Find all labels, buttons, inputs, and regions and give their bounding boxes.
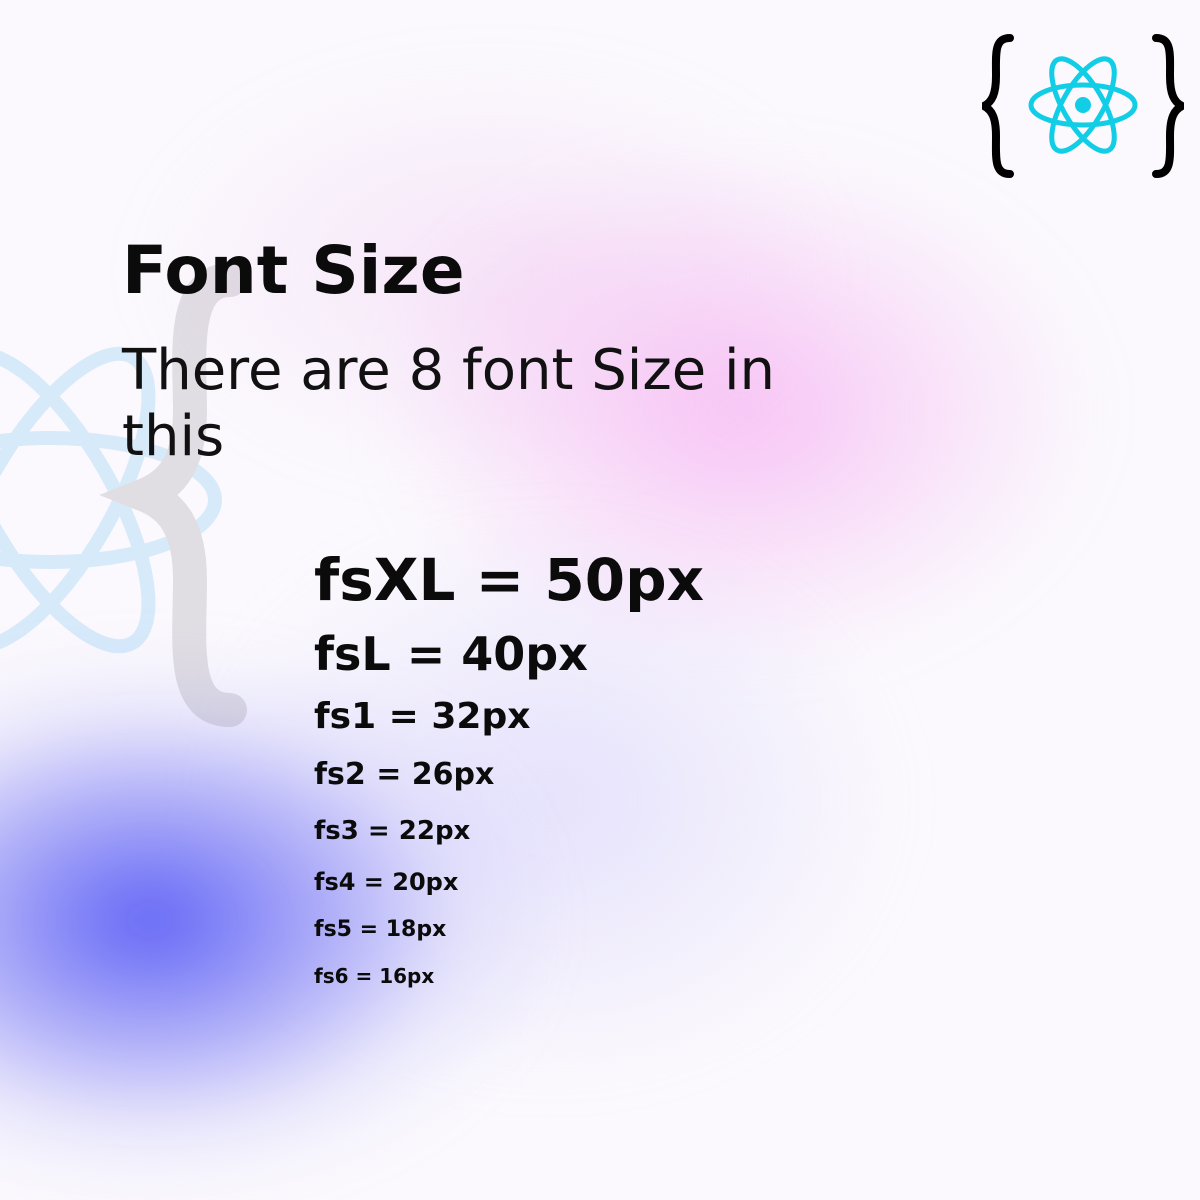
font-size-list: fsXL = 50px fsL = 40px fs1 = 32px fs2 = … bbox=[314, 540, 1014, 998]
font-size-item: fs3 = 22px bbox=[314, 816, 471, 846]
font-size-item: fs4 = 20px bbox=[314, 868, 459, 896]
react-braces-logo-icon bbox=[982, 34, 1184, 178]
page-description: There are 8 font Size in this bbox=[122, 338, 776, 469]
font-size-item: fs2 = 26px bbox=[314, 757, 495, 792]
font-size-item: fs5 = 18px bbox=[314, 917, 447, 942]
font-size-item: fsL = 40px bbox=[314, 627, 588, 681]
font-size-item: fs1 = 32px bbox=[314, 696, 531, 737]
font-size-item: fsXL = 50px bbox=[314, 546, 705, 614]
font-size-item: fs6 = 16px bbox=[314, 964, 435, 988]
page-title: Font Size bbox=[122, 232, 465, 309]
